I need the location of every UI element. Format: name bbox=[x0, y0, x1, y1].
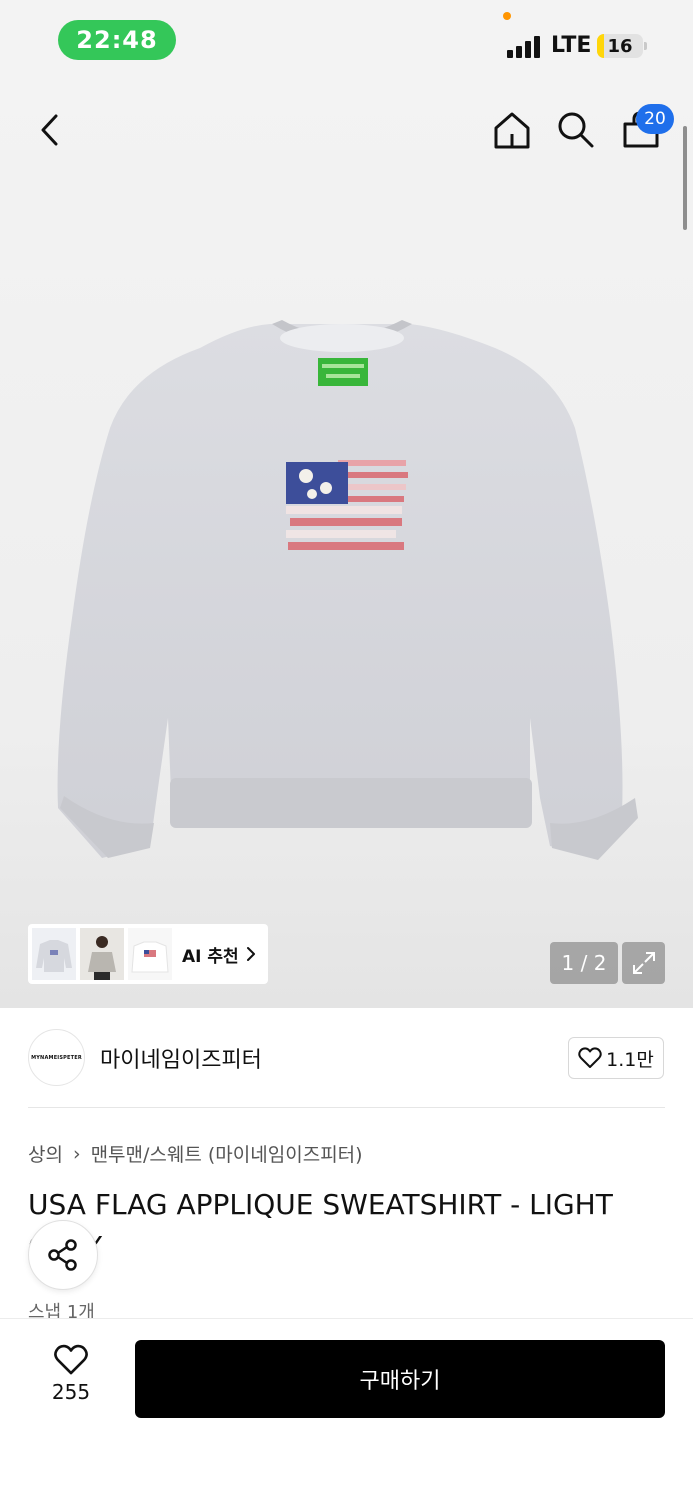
ai-recommend-label[interactable]: AI 추천 bbox=[182, 942, 239, 967]
cart-count-badge: 20 bbox=[636, 104, 674, 134]
search-icon[interactable] bbox=[556, 110, 596, 150]
product-image[interactable] bbox=[50, 318, 645, 863]
brand-like-button[interactable]: 1.1만 bbox=[568, 1037, 664, 1079]
battery-icon: 16 bbox=[597, 34, 643, 58]
breadcrumb-subcategory[interactable]: 맨투맨/스웨트 (마이네임이즈피터) bbox=[91, 1140, 363, 1167]
heart-icon bbox=[578, 1047, 602, 1068]
brand-like-count: 1.1만 bbox=[606, 1048, 654, 1071]
expand-button[interactable] bbox=[622, 942, 665, 984]
ai-recommend-strip[interactable]: AI 추천 bbox=[28, 924, 268, 984]
brand-logo[interactable]: MYNAMEISPETER bbox=[28, 1029, 85, 1086]
breadcrumb-category[interactable]: 상의 bbox=[28, 1140, 63, 1167]
signal-icon bbox=[507, 36, 543, 58]
wishlist-count: 255 bbox=[51, 1380, 91, 1404]
breadcrumb: 상의 › 맨투맨/스웨트 (마이네임이즈피터) bbox=[28, 1140, 363, 1167]
product-title: USA FLAG APPLIQUE SWEATSHIRT - LIGHT GRA… bbox=[28, 1188, 613, 1263]
brand-name[interactable]: 마이네임이즈피터 bbox=[100, 1042, 262, 1074]
breadcrumb-separator-icon: › bbox=[72, 1142, 81, 1165]
mic-indicator-dot bbox=[503, 12, 511, 20]
battery-tip bbox=[644, 42, 647, 50]
thumbnail-model[interactable] bbox=[80, 928, 124, 980]
wishlist-button[interactable]: 255 bbox=[40, 1344, 102, 1404]
battery-level: 16 bbox=[607, 35, 633, 57]
scrollbar[interactable] bbox=[683, 126, 687, 230]
share-icon bbox=[48, 1239, 77, 1271]
expand-icon bbox=[632, 952, 655, 974]
buy-button[interactable]: 구매하기 bbox=[135, 1340, 665, 1418]
status-time: 22:48 bbox=[58, 20, 176, 60]
network-type: LTE bbox=[551, 33, 592, 58]
page-indicator: 1 / 2 bbox=[550, 942, 618, 984]
share-button[interactable] bbox=[28, 1220, 98, 1290]
thumbnail-flag-detail[interactable] bbox=[128, 928, 172, 980]
home-icon[interactable] bbox=[492, 110, 532, 150]
status-bar: 22:48 LTE 16 bbox=[0, 0, 693, 80]
thumbnail-sweatshirt[interactable] bbox=[32, 928, 76, 980]
divider bbox=[28, 1107, 665, 1108]
chevron-right-icon bbox=[246, 947, 255, 961]
heart-icon bbox=[54, 1344, 88, 1375]
brand-logo-text: MYNAMEISPETER bbox=[31, 1054, 82, 1061]
chevron-left-icon[interactable] bbox=[36, 112, 66, 148]
